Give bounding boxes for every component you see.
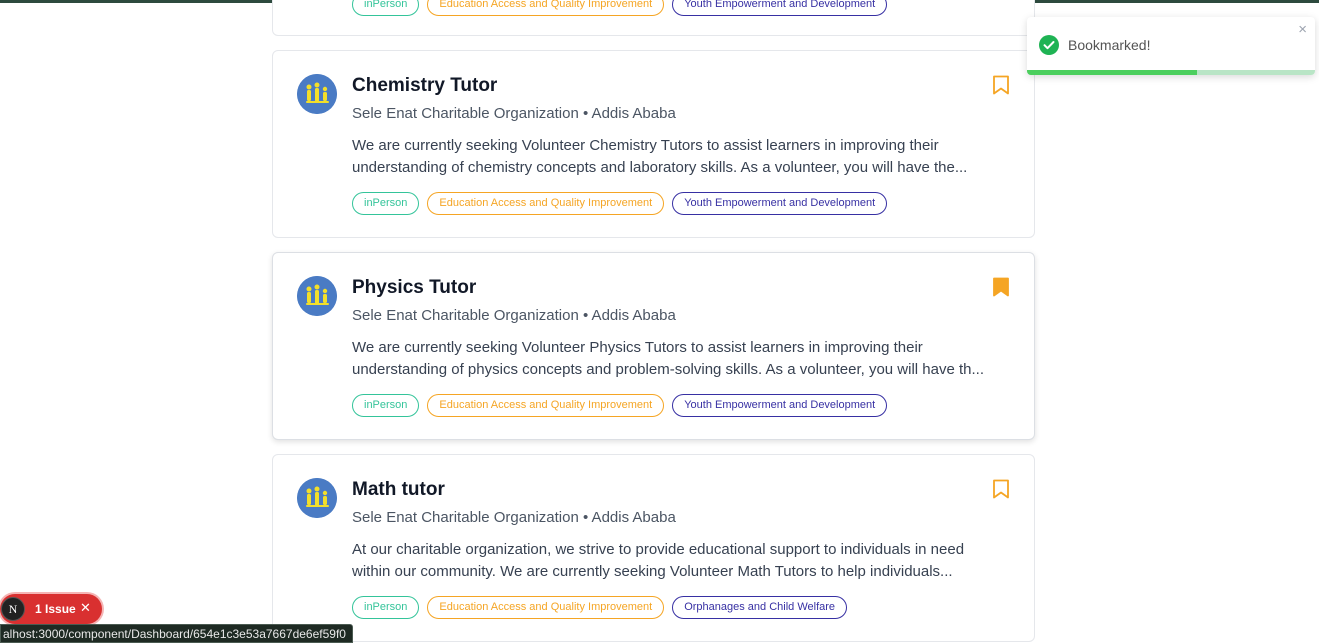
tag-cause[interactable]: Youth Empowerment and Development [672,192,888,215]
opportunity-title[interactable]: Math tutor [352,479,445,501]
tag-cause[interactable]: Orphanages and Child Welfare [672,596,848,619]
tag-cause[interactable]: Education Access and Quality Improvement [427,394,665,417]
description-line: understanding of physics concepts and pr… [352,361,985,378]
tag-list: inPerson Education Access and Quality Im… [352,394,888,417]
opportunity-card[interactable]: Physics Tutor Sele Enat Charitable Organ… [272,252,1035,440]
tag-mode[interactable]: inPerson [352,596,420,619]
toast-message: Bookmarked! [1068,37,1151,53]
opportunity-card[interactable]: Math tutor Sele Enat Charitable Organiza… [272,454,1035,642]
dev-issues-badge[interactable]: N 1 Issue ✕ [0,594,102,624]
opportunity-card[interactable]: Chemistry Tutor Sele Enat Charitable Org… [272,50,1035,238]
tag-cause[interactable]: Education Access and Quality Improvement [427,596,665,619]
success-check-icon [1039,35,1059,55]
tag-cause[interactable]: Education Access and Quality Improvement [427,0,665,16]
toast-progress-bar [1027,70,1315,75]
opportunity-description: We are currently seeking Volunteer Physi… [352,337,1012,381]
organization-location: Sele Enat Charitable Organization • Addi… [352,307,676,324]
nextjs-logo-icon: N [1,597,25,621]
issues-count: 1 Issue [35,602,76,616]
toast-notification: Bookmarked! × [1027,17,1315,75]
description-line: At our charitable organization, we striv… [352,541,965,558]
tag-list: inPerson Education Access and Quality Im… [352,0,888,16]
bookmark-outline-icon[interactable] [992,479,1010,499]
tag-mode[interactable]: inPerson [352,394,420,417]
opportunity-title[interactable]: Physics Tutor [352,277,476,299]
organization-location: Sele Enat Charitable Organization • Addi… [352,509,676,526]
status-bar-url: alhost:3000/component/Dashboard/654e1c3e… [0,624,353,643]
tag-list: inPerson Education Access and Quality Im… [352,192,888,215]
close-icon[interactable]: ✕ [80,600,91,616]
opportunity-description: At our charitable organization, we striv… [352,539,1012,583]
bookmark-outline-icon[interactable] [992,75,1010,95]
bookmark-filled-icon[interactable] [992,277,1010,297]
description-line: understanding of chemistry concepts and … [352,159,968,176]
description-line: We are currently seeking Volunteer Physi… [352,339,923,356]
organization-logo [297,74,337,114]
tag-mode[interactable]: inPerson [352,192,420,215]
tag-cause[interactable]: Education Access and Quality Improvement [427,192,665,215]
organization-location: Sele Enat Charitable Organization • Addi… [352,105,676,122]
description-line: We are currently seeking Volunteer Chemi… [352,137,939,154]
tag-cause[interactable]: Youth Empowerment and Development [672,0,888,16]
tag-cause[interactable]: Youth Empowerment and Development [672,394,888,417]
opportunity-card-partial[interactable]: inPerson Education Access and Quality Im… [272,0,1035,36]
tag-list: inPerson Education Access and Quality Im… [352,596,848,619]
toast-progress-fill [1027,70,1197,75]
toast-close-icon[interactable]: × [1298,21,1307,38]
tag-mode[interactable]: inPerson [352,0,420,16]
opportunity-description: We are currently seeking Volunteer Chemi… [352,135,1012,179]
organization-logo [297,478,337,518]
organization-logo [297,276,337,316]
description-line: within our community. We are currently s… [352,563,953,580]
opportunity-title[interactable]: Chemistry Tutor [352,75,497,97]
